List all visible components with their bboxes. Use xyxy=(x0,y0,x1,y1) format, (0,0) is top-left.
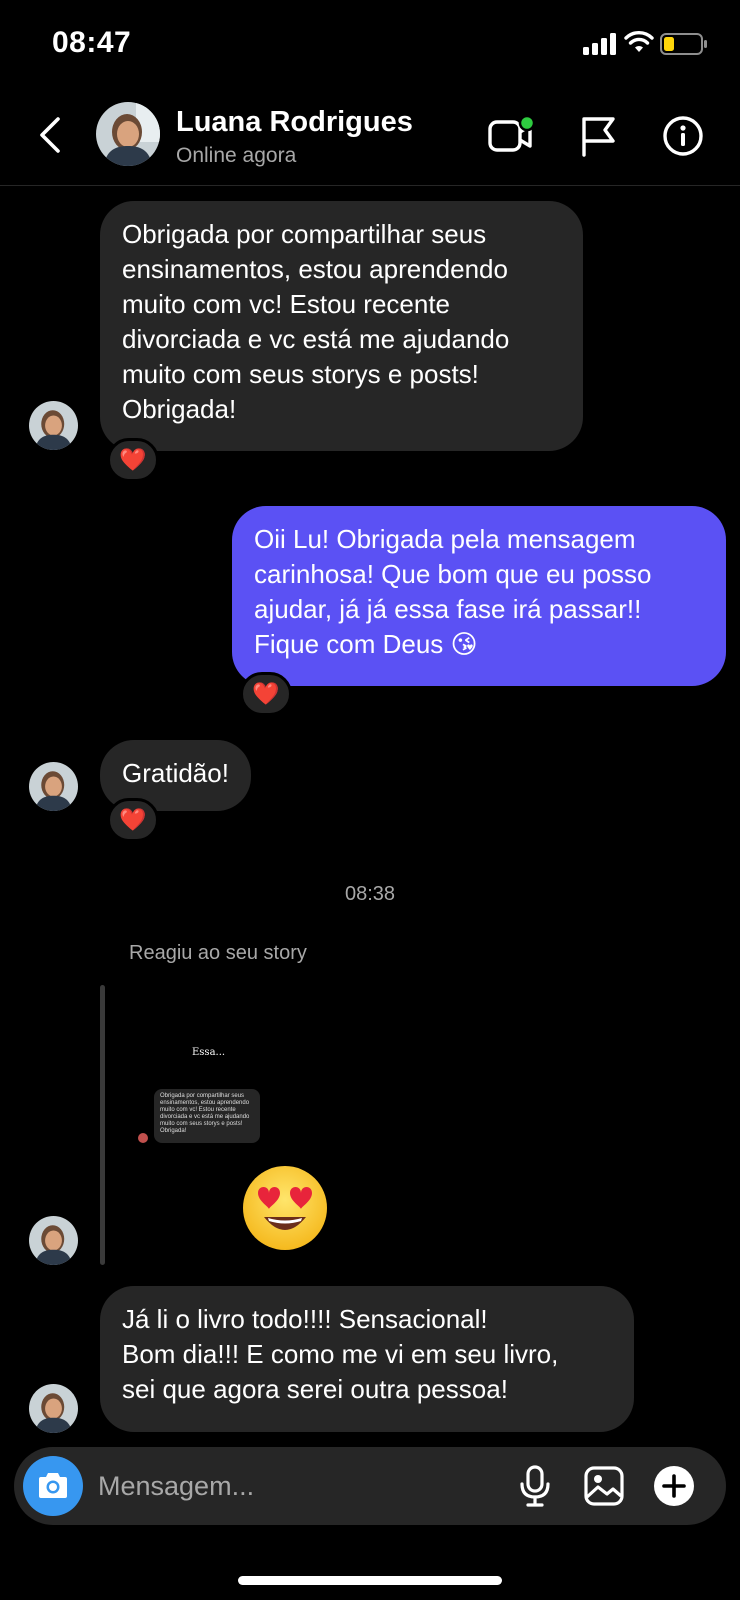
story-reaction-caption: Reagiu ao seu story xyxy=(129,942,307,964)
story-mini-line: Obrigada por compartilhar seus xyxy=(160,1093,245,1099)
message-line: muito com vc! Estou recente xyxy=(122,289,451,319)
message-composer xyxy=(14,1447,726,1525)
report-button[interactable] xyxy=(575,112,623,160)
contact-avatar-small[interactable] xyxy=(29,1384,78,1433)
story-mini-line: Obrigada! xyxy=(160,1128,187,1134)
message-line: ajudar, já já essa fase irá passar!! xyxy=(254,594,642,624)
image-gallery-icon xyxy=(584,1466,624,1506)
message-bubble-outgoing[interactable]: Oii Lu! Obrigada pela mensagem carinhosa… xyxy=(232,506,726,686)
story-reply-bar xyxy=(100,985,105,1265)
heart-reaction[interactable]: ❤️ xyxy=(240,672,292,716)
contact-avatar[interactable] xyxy=(96,102,160,166)
info-icon xyxy=(663,116,703,156)
story-mini-line: muito com vc! Estou recente xyxy=(160,1107,236,1113)
message-line: Já li o livro todo!!!! Sensacional! xyxy=(122,1304,488,1334)
heart-reaction[interactable]: ❤️ xyxy=(107,438,159,482)
info-button[interactable] xyxy=(659,112,707,160)
message-line: carinhosa! Que bom que eu posso xyxy=(254,559,652,589)
contact-avatar-small[interactable] xyxy=(29,1216,78,1265)
chevron-left-icon xyxy=(40,117,60,153)
camera-icon xyxy=(39,1473,67,1498)
message-line: muito com seus storys e posts! xyxy=(122,359,479,389)
message-line: Bom dia!!! E como me vi em seu livro, xyxy=(122,1339,559,1369)
cellular-signal-icon xyxy=(583,33,616,55)
avatar-photo xyxy=(29,762,78,811)
story-mini-avatar xyxy=(138,1133,148,1143)
message-line: ensinamentos, estou aprendendo xyxy=(122,254,508,284)
contact-avatar-small[interactable] xyxy=(29,401,78,450)
contact-status: Online agora xyxy=(176,144,297,167)
avatar-photo xyxy=(29,1384,78,1433)
avatar-photo xyxy=(96,102,160,166)
video-camera-icon xyxy=(488,114,535,152)
story-mini-line: divorciada e vc está me ajudando xyxy=(160,1114,250,1120)
message-bubble-incoming[interactable]: Obrigada por compartilhar seus ensinamen… xyxy=(100,201,583,451)
voice-message-button[interactable] xyxy=(513,1464,557,1508)
battery-icon xyxy=(660,33,707,55)
more-options-button[interactable] xyxy=(652,1464,696,1508)
contact-name[interactable]: Luana Rodrigues xyxy=(176,106,413,139)
gallery-button[interactable] xyxy=(582,1464,626,1508)
status-bar: 08:47 xyxy=(0,0,740,90)
camera-button[interactable] xyxy=(23,1456,83,1516)
status-time: 08:47 xyxy=(52,26,132,59)
message-line: Oii Lu! Obrigada pela mensagem xyxy=(254,524,636,554)
message-line: sei que agora serei outra pessoa! xyxy=(122,1374,508,1404)
video-call-button[interactable] xyxy=(487,112,535,160)
message-bubble-incoming[interactable]: Já li o livro todo!!!! Sensacional! Bom … xyxy=(100,1286,634,1432)
flag-icon xyxy=(582,117,615,157)
story-mini-line: ensinamentos, estou aprendendo xyxy=(160,1100,250,1106)
microphone-icon xyxy=(520,1465,550,1507)
home-indicator[interactable] xyxy=(238,1576,502,1585)
plus-circle-icon xyxy=(654,1466,694,1506)
contact-avatar-small[interactable] xyxy=(29,762,78,811)
avatar-photo xyxy=(29,1216,78,1265)
message-input[interactable] xyxy=(98,1461,488,1511)
chat-timestamp: 08:38 xyxy=(344,883,396,905)
message-line: Gratidão! xyxy=(122,758,229,788)
message-line: Obrigada! xyxy=(122,394,237,424)
chat-header: Luana Rodrigues Online agora xyxy=(0,90,740,186)
story-title: Essa... xyxy=(192,1047,226,1058)
message-line: divorciada e vc está me ajudando xyxy=(122,324,510,354)
heart-reaction[interactable]: ❤️ xyxy=(107,798,159,842)
message-line: Obrigada por compartilhar seus xyxy=(122,219,487,249)
heart-eyes-emoji-icon xyxy=(243,1166,327,1250)
back-button[interactable] xyxy=(30,110,70,160)
wifi-icon xyxy=(624,31,654,52)
story-mini-line: muito com seus storys e posts! xyxy=(160,1121,243,1127)
message-line: Fique com Deus 😘 xyxy=(254,629,478,659)
story-preview[interactable]: Essa... Obrigada por compartilhar seus e… xyxy=(128,985,328,1185)
story-mini-message: Obrigada por compartilhar seus ensinamen… xyxy=(154,1089,260,1143)
avatar-photo xyxy=(29,401,78,450)
